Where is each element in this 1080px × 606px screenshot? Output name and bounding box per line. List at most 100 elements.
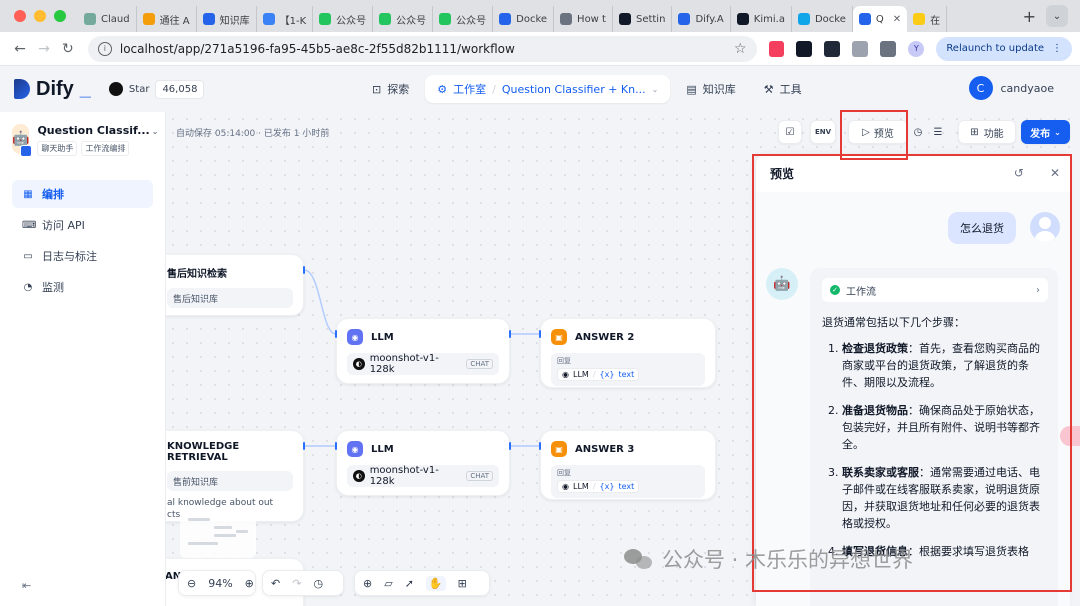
model-selector[interactable]: ◐ moonshot-v1-128k CHAT (347, 353, 499, 375)
variable-chip[interactable]: ◉ LLM / {x} text (557, 368, 640, 381)
zoom-in-icon[interactable]: ⊕ (245, 577, 254, 590)
extension-send-icon[interactable] (824, 40, 841, 57)
chevron-down-icon[interactable]: ⌄ (152, 127, 159, 136)
floating-assistant-icon[interactable] (1060, 426, 1080, 446)
node-title: ANSWER 2 (575, 331, 635, 343)
app-card[interactable]: 🤖 Question Classif... ⌄ 聊天助手 工作流编排 (0, 112, 165, 166)
node-input-handle[interactable] (539, 442, 541, 450)
nav-knowledge[interactable]: ▤ 知识库 (674, 75, 747, 103)
check-circle-icon: ✓ (830, 285, 840, 295)
llm-node-2[interactable]: ◉ LLM ◐ moonshot-v1-128k CHAT (336, 430, 510, 496)
node-input-handle[interactable] (335, 442, 337, 450)
hand-icon[interactable]: ✋ (425, 575, 446, 591)
browser-tab[interactable]: 公众号 (433, 6, 494, 32)
close-tab-icon[interactable]: ✕ (893, 14, 901, 25)
minimap[interactable] (180, 508, 256, 558)
collapse-sidebar-icon[interactable]: ⇤ (22, 579, 31, 592)
pointer-icon[interactable]: ➚ (405, 577, 414, 590)
relaunch-button[interactable]: Relaunch to update ⋮ (936, 36, 1073, 61)
add-note-icon[interactable]: ▱ (384, 577, 392, 590)
browser-tab[interactable]: 【1-K (257, 6, 314, 32)
restart-icon[interactable]: ↺ (1014, 166, 1024, 180)
site-info-icon[interactable]: i (97, 41, 112, 56)
media-controls-icon[interactable] (880, 40, 897, 57)
address-bar: ← → ↻ i localhost/app/271a5196-fa95-45b5… (0, 32, 1080, 66)
node-input-handle[interactable] (335, 330, 337, 338)
github-star-widget[interactable]: Star 46,058 (108, 79, 205, 99)
browser-tab[interactable]: 通往 A (137, 6, 197, 32)
node-output-handle[interactable] (303, 266, 305, 274)
tab-search-button[interactable]: ⌄ (1046, 5, 1068, 27)
minimize-window-button[interactable] (34, 10, 46, 22)
back-button[interactable]: ← (8, 41, 32, 57)
node-output-handle[interactable] (509, 330, 511, 338)
user-message: 怎么退货 (948, 212, 1016, 244)
tab-favicon-icon (736, 13, 749, 25)
user-avatar: C (968, 76, 993, 100)
browser-tab[interactable]: 公众号 (313, 6, 374, 32)
monitor-icon: ◔ (23, 281, 33, 293)
bookmark-star-icon[interactable]: ☆ (734, 41, 747, 57)
dify-logo[interactable]: Dify _ (14, 78, 91, 101)
nav-app-name[interactable]: Question Classifier + Kn... (502, 83, 646, 96)
extension-notion-icon[interactable] (796, 40, 813, 57)
history-controls: ↶ ↷ ◷ (262, 570, 344, 596)
browser-tab[interactable]: Dify.A (672, 6, 731, 32)
nav-knowledge-label: 知识库 (702, 83, 736, 96)
file-text-icon: ▭ (23, 250, 33, 262)
close-window-button[interactable] (14, 10, 26, 22)
tab-favicon-icon (678, 13, 691, 25)
answer-node-3[interactable]: ▣ ANSWER 3 回复 ◉ LLM / {x} text (540, 430, 716, 500)
profile-avatar[interactable]: Y (908, 40, 925, 57)
knowledge-retrieval-node-1[interactable]: 售后知识检索 售后知识库 (166, 254, 304, 316)
forward-button[interactable]: → (32, 41, 56, 57)
browser-tab[interactable]: 公众号 (373, 6, 434, 32)
node-output-handle[interactable] (509, 442, 511, 450)
version-history-icon[interactable]: ◷ (313, 577, 323, 590)
extensions-puzzle-icon[interactable] (852, 40, 869, 57)
url-field[interactable]: i localhost/app/271a5196-fa95-45b5-ae8c-… (87, 35, 757, 62)
node-output-handle[interactable] (303, 442, 305, 450)
nav-tools[interactable]: ⚒ 工具 (752, 75, 814, 103)
browser-tab[interactable]: Claud (78, 6, 137, 32)
model-selector[interactable]: ◐ moonshot-v1-128k CHAT (347, 465, 499, 487)
sidebar-item-logs[interactable]: ▭ 日志与标注 (12, 242, 153, 270)
model-mode-tag: CHAT (466, 359, 493, 369)
nav-explore[interactable]: ⊡ 探索 (360, 75, 421, 103)
browser-tab[interactable]: Q ✕ (852, 6, 908, 32)
node-input-handle[interactable] (539, 330, 541, 338)
nav-studio[interactable]: ⚙ 工作室 / Question Classifier + Kn... ⌄ (425, 75, 671, 103)
node-title: 售后知识检索 (167, 269, 227, 280)
answer-node-2[interactable]: ▣ ANSWER 2 回复 ◉ LLM / {x} text (540, 318, 716, 388)
variable-chip[interactable]: ◉ LLM / {x} text (557, 480, 640, 493)
browser-tab[interactable]: Docke (493, 6, 555, 32)
app-workflow-tag: 工作流编排 (81, 141, 130, 156)
workflow-trace-toggle[interactable]: ✓ 工作流 › (822, 278, 1048, 302)
brand-underscore: _ (79, 77, 91, 100)
app-header: Dify _ Star 46,058 ⊡ 探索 ⚙ 工作室 / Question Clas… (0, 66, 1080, 112)
undo-icon[interactable]: ↶ (271, 577, 280, 590)
tab-label: Kimi.a (753, 13, 785, 25)
zoom-level[interactable]: 94% (208, 577, 232, 590)
browser-tab[interactable]: Settin (613, 6, 673, 32)
zoom-out-icon[interactable]: ⊖ (187, 577, 196, 590)
browser-tab[interactable]: Kimi.a (731, 6, 792, 32)
llm-node-1[interactable]: ◉ LLM ◐ moonshot-v1-128k CHAT (336, 318, 510, 384)
close-icon[interactable]: ✕ (1050, 166, 1060, 180)
maximize-window-button[interactable] (54, 10, 66, 22)
sidebar-item-orchestrate[interactable]: ▦ 编排 (12, 180, 153, 208)
redo-icon[interactable]: ↷ (292, 577, 301, 590)
user-menu[interactable]: C candyaoe (968, 76, 1054, 100)
sidebar-item-api[interactable]: ⌨ 访问 API (12, 211, 153, 239)
new-tab-button[interactable]: + (1013, 7, 1046, 26)
node-title: LLM (371, 331, 394, 343)
reload-button[interactable]: ↻ (56, 41, 80, 57)
browser-tab[interactable]: 在 (907, 6, 948, 32)
organize-icon[interactable]: ⊞ (458, 577, 467, 590)
add-node-icon[interactable]: ⊕ (363, 577, 372, 590)
sidebar-item-monitor[interactable]: ◔ 监测 (12, 273, 153, 301)
browser-tab[interactable]: 知识库 (197, 6, 257, 32)
browser-tab[interactable]: Docke (792, 6, 853, 32)
browser-tab[interactable]: How t (554, 6, 613, 32)
extension-translate-icon[interactable] (768, 40, 785, 57)
